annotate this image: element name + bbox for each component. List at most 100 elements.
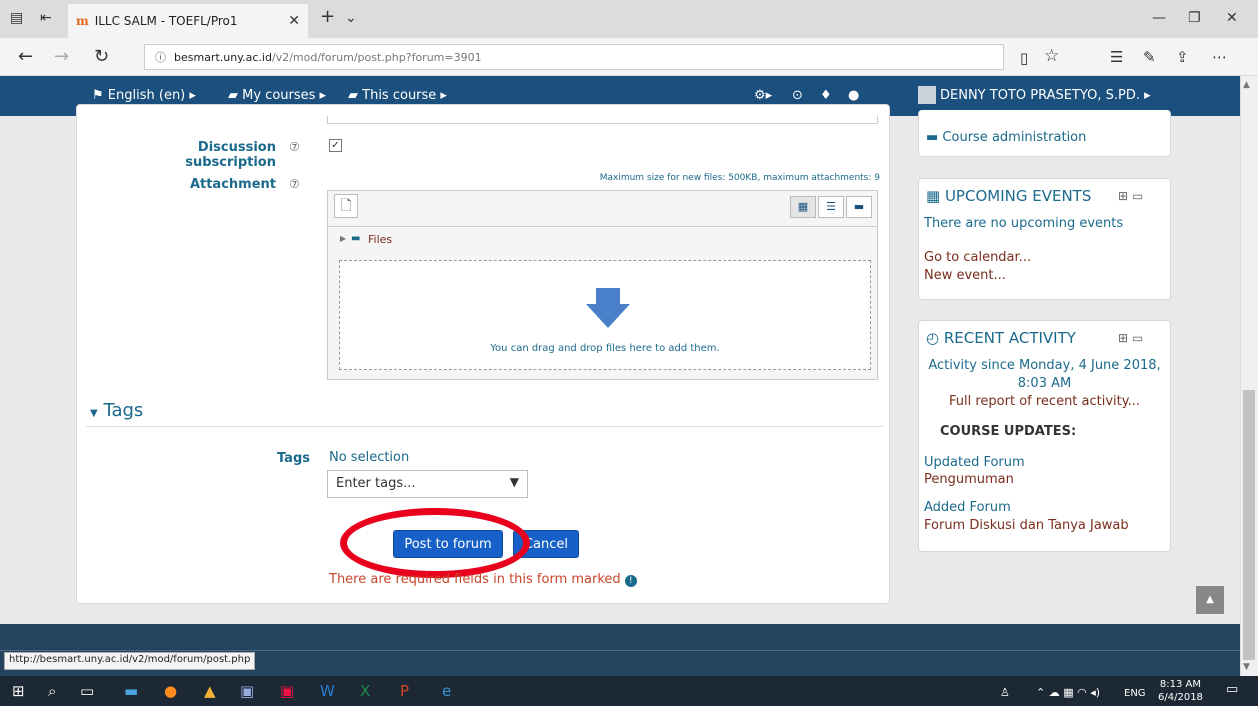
- tags-selection: No selection: [329, 450, 410, 465]
- search-icon[interactable]: ⌕: [48, 682, 56, 700]
- set-aside-tabs-icon[interactable]: ⇤: [40, 10, 52, 26]
- url-host: besmart.uny.ac.id: [174, 50, 272, 64]
- update2-type: Added Forum: [924, 500, 1011, 515]
- web-note-icon[interactable]: ✎: [1143, 48, 1156, 66]
- share-icon[interactable]: ⇪: [1176, 48, 1189, 66]
- settings-gear-icon[interactable]: ⚙▸: [754, 88, 772, 103]
- folder-icon: ▬: [926, 130, 943, 145]
- tags-label: Tags: [276, 451, 310, 466]
- file-explorer-icon[interactable]: ▬: [124, 682, 138, 700]
- flag-icon: ⚑: [92, 88, 108, 103]
- notification-center-icon[interactable]: ▭: [1226, 682, 1238, 697]
- dock-block-icon[interactable]: ⊞ ▭: [1118, 331, 1143, 345]
- tags-section-header[interactable]: ▼ Tags: [90, 400, 143, 421]
- scrollbar-thumb[interactable]: [1243, 390, 1255, 660]
- favorites-hub-icon[interactable]: ☰: [1110, 48, 1123, 66]
- full-report-link[interactable]: Full report of recent activity...: [918, 394, 1171, 409]
- nav-my-courses-menu[interactable]: ▰ My courses ▸: [228, 88, 326, 103]
- drop-arrow-icon: [586, 288, 630, 328]
- messages-chat-icon[interactable]: ●: [848, 88, 859, 103]
- update2-link[interactable]: Forum Diskusi dan Tanya Jawab: [924, 518, 1129, 533]
- favorite-star-icon[interactable]: ☆: [1044, 46, 1059, 66]
- tray-icons[interactable]: ⌃ ☁ ▦ ◠ ◂): [1036, 686, 1100, 699]
- notifications-bell-icon[interactable]: ♦: [820, 88, 832, 103]
- required-info-icon: !: [624, 575, 637, 587]
- address-field[interactable]: ⓘ besmart.uny.ac.id/v2/mod/forum/post.ph…: [144, 44, 1004, 70]
- new-tab-icon[interactable]: +: [320, 6, 335, 27]
- divider: [328, 226, 877, 227]
- book-icon: ▰: [348, 88, 363, 103]
- back-to-top-icon[interactable]: ▲: [1196, 586, 1224, 614]
- update1-type: Updated Forum: [924, 455, 1025, 470]
- list-view-icon[interactable]: ☰: [818, 196, 844, 218]
- task-view-icon[interactable]: ▭: [80, 682, 94, 700]
- message-editor-bottom[interactable]: [327, 116, 878, 124]
- no-upcoming-events: There are no upcoming events: [924, 216, 1124, 231]
- divider: [86, 426, 884, 427]
- subscription-checkbox[interactable]: ✓: [329, 139, 342, 152]
- tab-title: ILLC SALM - TOEFL/Pro1: [94, 14, 238, 28]
- update1-link[interactable]: Pengumuman: [924, 472, 1014, 487]
- dock-block-icon[interactable]: ⊞ ▭: [1118, 189, 1143, 203]
- icon-view-icon[interactable]: ▦: [790, 196, 816, 218]
- help-icon[interactable]: ⑦: [289, 140, 300, 154]
- app-icon[interactable]: ▣: [280, 682, 294, 700]
- refresh-icon[interactable]: ↻: [94, 46, 109, 67]
- clock-icon: ◴: [926, 329, 944, 347]
- windows-start-icon[interactable]: ⊞: [12, 682, 25, 700]
- dropdown-arrow-icon: ▼: [509, 475, 519, 489]
- nav-language-menu[interactable]: ⚑ English (en) ▸: [92, 88, 196, 103]
- collapse-chevron-icon: ▼: [90, 408, 98, 419]
- app-icon[interactable]: ▣: [240, 682, 254, 700]
- forward-icon[interactable]: →: [54, 46, 69, 67]
- edge-icon[interactable]: e: [442, 682, 451, 700]
- max-size-note: Maximum size for new files: 500KB, maxim…: [599, 173, 880, 183]
- scroll-down-icon[interactable]: ▼: [1243, 662, 1250, 672]
- course-administration-link[interactable]: ▬ Course administration: [926, 130, 1086, 145]
- discussion-subscription-label: Discussion subscription: [185, 140, 276, 170]
- status-bar-url: http://besmart.uny.ac.id/v2/mod/forum/po…: [4, 652, 256, 670]
- user-menu[interactable]: DENNY TOTO PRASETYO, S.PD. ▸: [940, 88, 1151, 103]
- firefox-icon[interactable]: ●: [164, 682, 177, 700]
- back-icon[interactable]: ←: [18, 46, 33, 67]
- more-menu-icon[interactable]: ⋯: [1212, 48, 1227, 66]
- maximize-icon[interactable]: ❐: [1188, 10, 1201, 26]
- user-avatar[interactable]: [918, 86, 936, 104]
- word-icon[interactable]: W: [320, 682, 335, 700]
- folder-expand-icon[interactable]: ▶: [340, 234, 346, 243]
- files-folder-label[interactable]: Files: [368, 233, 392, 246]
- powerpoint-icon[interactable]: P: [400, 682, 409, 700]
- moodle-favicon-icon: m: [76, 14, 89, 28]
- activity-since-line1: Activity since Monday, 4 June 2018,: [928, 358, 1161, 373]
- nav-this-course-menu[interactable]: ▰ This course ▸: [348, 88, 447, 103]
- add-file-icon[interactable]: 🗋: [334, 194, 358, 218]
- system-clock[interactable]: 8:13 AM 6/4/2018: [1158, 678, 1203, 704]
- activity-since-line2: 8:03 AM: [1017, 376, 1072, 391]
- site-info-icon[interactable]: ⓘ: [155, 49, 166, 65]
- close-window-icon[interactable]: ✕: [1226, 10, 1238, 26]
- new-event-link[interactable]: New event...: [924, 268, 1006, 283]
- tags-input[interactable]: Enter tags... ▼: [327, 470, 528, 498]
- scroll-up-icon[interactable]: ▲: [1243, 80, 1250, 90]
- tab-list-chevron-icon[interactable]: ⌄: [345, 10, 357, 26]
- go-to-calendar-link[interactable]: Go to calendar...: [924, 250, 1031, 265]
- folder-icon: ▬: [351, 233, 361, 244]
- input-language[interactable]: ENG: [1124, 688, 1146, 699]
- required-fields-note: There are required fields in this form m…: [329, 572, 637, 587]
- url-path: /v2/mod/forum/post.php?forum=3901: [271, 50, 482, 64]
- excel-icon[interactable]: X: [360, 682, 370, 700]
- drop-hint: You can drag and drop files here to add …: [490, 343, 720, 354]
- close-tab-icon[interactable]: ✕: [288, 13, 300, 29]
- help-target-icon[interactable]: ⊙: [792, 88, 803, 103]
- recent-activity-title: ◴ RECENT ACTIVITY: [926, 329, 1076, 347]
- tree-view-icon[interactable]: ▬: [846, 196, 872, 218]
- help-icon[interactable]: ⑦: [289, 177, 300, 191]
- people-icon[interactable]: ♙: [1000, 686, 1010, 699]
- attachment-label: Attachment: [189, 177, 276, 192]
- minimize-icon[interactable]: —: [1152, 10, 1166, 26]
- reading-view-icon[interactable]: ▯: [1020, 49, 1028, 67]
- briefcase-icon: ▰: [228, 88, 243, 103]
- tab-actions-icon[interactable]: ▤: [10, 10, 23, 26]
- app-icon[interactable]: ▲: [204, 682, 216, 700]
- browser-tab[interactable]: m ILLC SALM - TOEFL/Pro1 ✕: [68, 4, 308, 38]
